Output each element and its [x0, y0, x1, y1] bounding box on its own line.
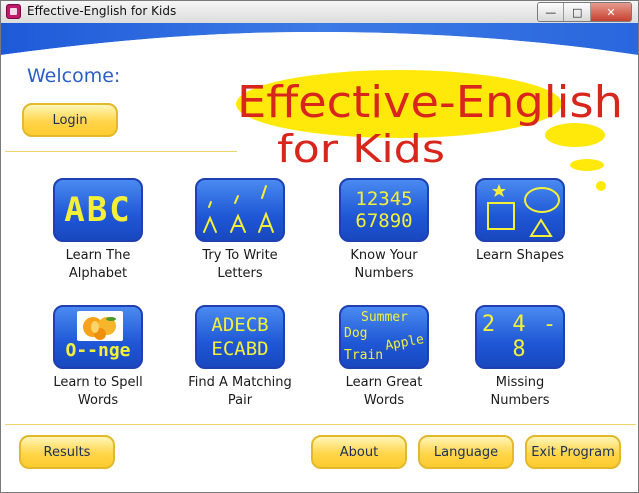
divider-bottom: [5, 424, 636, 425]
results-button[interactable]: Results: [19, 435, 115, 469]
exit-program-button[interactable]: Exit Program: [525, 435, 621, 469]
writing-art: [203, 185, 274, 233]
app-window: Effective-English for Kids — □ ✕ Effecti…: [0, 0, 639, 493]
matching-art-line2: ECABD: [211, 338, 269, 360]
results-button-label: Results: [43, 444, 91, 460]
title-bar[interactable]: Effective-English for Kids — □ ✕: [1, 1, 638, 24]
tile-label-learn-shapes[interactable]: Learn Shapes: [455, 247, 585, 265]
close-button[interactable]: ✕: [590, 3, 631, 21]
words-art: Summer Dog Apple Train: [344, 310, 425, 363]
tile-missing-numbers[interactable]: 2 4 - 8: [475, 305, 565, 369]
missing-numbers-art: 2 4 - 8: [481, 312, 559, 362]
word-summer: Summer: [361, 310, 408, 325]
alphabet-art: ABC: [64, 190, 132, 230]
exit-program-button-label: Exit Program: [531, 444, 615, 460]
tile-label-know-numbers[interactable]: Know Your Numbers: [319, 247, 449, 283]
maximize-button[interactable]: □: [564, 3, 591, 21]
tile-label-spell-words[interactable]: Learn to Spell Words: [33, 374, 163, 410]
header-band-graphic: [1, 23, 638, 59]
matching-art: ADECB ECABD: [197, 307, 283, 367]
welcome-label: Welcome:: [27, 65, 121, 87]
numbers-art-line2: 67890: [355, 210, 413, 232]
window-title: Effective-English for Kids: [27, 4, 177, 18]
login-button-label: Login: [52, 112, 88, 128]
tile-learn-alphabet[interactable]: ABC: [53, 178, 143, 242]
tile-learn-shapes[interactable]: [475, 178, 565, 242]
language-button[interactable]: Language: [418, 435, 514, 469]
tile-label-missing-numbers[interactable]: Missing Numbers: [455, 374, 585, 410]
star-icon: [492, 184, 506, 197]
about-button[interactable]: About: [311, 435, 407, 469]
tile-great-words[interactable]: Summer Dog Apple Train: [339, 305, 429, 369]
minimize-button[interactable]: —: [538, 3, 565, 21]
numbers-art-line1: 12345: [355, 188, 413, 210]
header-band: [1, 23, 638, 59]
window-controls: — □ ✕: [537, 2, 632, 22]
word-apple: Apple: [384, 332, 425, 354]
tile-label-great-words[interactable]: Learn Great Words: [319, 374, 449, 410]
word-train: Train: [344, 348, 383, 363]
login-button[interactable]: Login: [22, 103, 118, 137]
logo-subtitle: for Kids: [277, 127, 445, 171]
tile-spell-words[interactable]: O--nge: [53, 305, 143, 369]
matching-art-line1: ADECB: [211, 314, 269, 336]
tile-write-letters[interactable]: [195, 178, 285, 242]
divider-top: [5, 151, 237, 152]
word-dog: Dog: [344, 326, 367, 341]
tile-know-numbers[interactable]: 12345 67890: [339, 178, 429, 242]
shapes-art: [487, 184, 560, 237]
language-button-label: Language: [433, 444, 499, 460]
tile-label-matching-pair[interactable]: Find A Matching Pair: [175, 374, 305, 410]
app-logo: Effective-English for Kids: [236, 70, 623, 191]
logo-title: Effective-English: [237, 77, 623, 128]
about-button-label: About: [339, 444, 379, 460]
app-icon: [6, 4, 21, 19]
numbers-art: 12345 67890: [341, 180, 427, 240]
spell-art: O--nge: [65, 339, 131, 361]
tile-matching-pair[interactable]: ADECB ECABD: [195, 305, 285, 369]
tile-label-learn-alphabet[interactable]: Learn The Alphabet: [33, 247, 163, 283]
tile-label-write-letters[interactable]: Try To Write Letters: [175, 247, 305, 283]
